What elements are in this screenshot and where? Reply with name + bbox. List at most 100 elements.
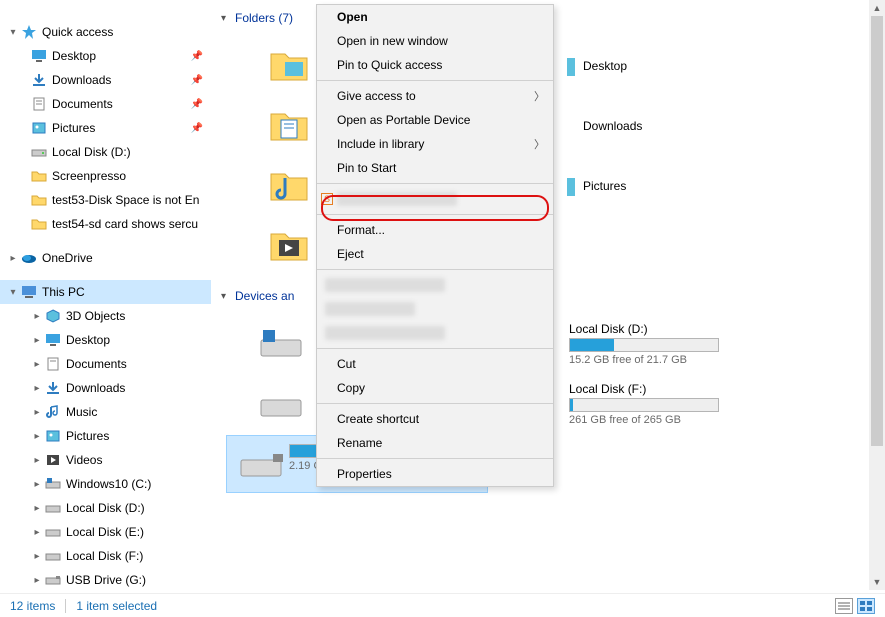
tree-this-pc[interactable]: ▾ This PC [0,280,211,304]
tree-label: OneDrive [42,251,93,265]
drive-tile-obscured-e[interactable] [247,376,327,432]
ctx-open-new-window[interactable]: Open in new window [317,29,553,53]
chevron-right-icon[interactable]: ▸ [30,503,44,514]
section-title: Folders (7) [235,11,293,25]
chevron-right-icon[interactable]: ▸ [30,575,44,586]
chevron-right-icon[interactable]: ▸ [6,253,20,264]
chevron-right-icon[interactable]: ▸ [30,431,44,442]
ctx-blurred-1[interactable]: S [317,187,553,211]
tree-item-pictures[interactable]: Pictures 📌 [0,116,211,140]
ctx-blurred-3[interactable] [325,297,545,321]
ctx-eject[interactable]: Eject [317,242,553,266]
folder-label: Pictures [583,179,626,193]
drive-tile-local-disk-d[interactable]: Local Disk (D:) 15.2 GB free of 21.7 GB [557,316,817,372]
drive-tile-local-disk-f[interactable]: Local Disk (F:) 261 GB free of 265 GB [557,376,817,432]
chevron-down-icon[interactable]: ▾ [6,27,20,38]
chevron-down-icon[interactable]: ▾ [221,13,235,24]
folder-tile-pictures[interactable]: Pictures [557,160,747,212]
drive-name: Local Disk (F:) [569,382,817,396]
tree-onedrive[interactable]: ▸ OneDrive [0,246,211,270]
tree-item-test53[interactable]: test53-Disk Space is not En [0,188,211,212]
tree-item-usb-drive-g[interactable]: ▸ USB Drive (G:) [0,568,211,592]
tree-item-videos-pc[interactable]: ▸ Videos [0,448,211,472]
tree-item-desktop[interactable]: Desktop 📌 [0,44,211,68]
ctx-separator [317,80,553,81]
folder-icon [267,44,311,88]
tree-item-documents[interactable]: Documents 📌 [0,92,211,116]
tree-item-local-disk-d[interactable]: Local Disk (D:) [0,140,211,164]
scrollbar-thumb[interactable] [871,16,883,446]
tree-item-desktop-pc[interactable]: ▸ Desktop [0,328,211,352]
tree-quick-access[interactable]: ▾ Quick access [0,20,211,44]
folder-tile-desktop[interactable]: Desktop [557,40,747,92]
tree-label: Pictures [66,429,109,443]
drive-icon [44,548,62,564]
drive-tile-obscured-c[interactable] [247,316,327,372]
desktop-icon [567,44,577,88]
tree-label: Windows10 (C:) [66,477,151,491]
vertical-scrollbar[interactable]: ▲ ▼ [869,0,885,590]
pin-icon: 📌 [191,51,203,62]
folder-tile-downloads[interactable]: Downloads [557,100,747,152]
ctx-give-access-to[interactable]: Give access to〉 [317,84,553,108]
chevron-right-icon[interactable]: ▸ [30,479,44,490]
chevron-right-icon[interactable]: ▸ [30,311,44,322]
quick-access-icon [20,24,38,40]
tree-label: Music [66,405,97,419]
ctx-rename[interactable]: Rename [317,431,553,455]
scroll-down-icon[interactable]: ▼ [869,574,885,590]
tree-item-music-pc[interactable]: ▸ Music [0,400,211,424]
tree-item-3d-objects[interactable]: ▸ 3D Objects [0,304,211,328]
chevron-right-icon[interactable]: ▸ [30,383,44,394]
drive-icon [257,326,305,362]
chevron-right-icon[interactable]: ▸ [30,455,44,466]
ctx-properties[interactable]: Properties [317,462,553,486]
chevron-right-icon[interactable]: ▸ [30,551,44,562]
ctx-blurred-4[interactable] [325,321,545,345]
chevron-right-icon[interactable]: ▸ [30,335,44,346]
tree-label: Quick access [42,25,113,39]
view-tiles-button[interactable] [857,598,875,614]
usb-drive-icon [44,572,62,588]
scroll-up-icon[interactable]: ▲ [869,0,885,16]
chevron-right-icon[interactable]: ▸ [30,359,44,370]
tree-item-screenpresso[interactable]: Screenpresso [0,164,211,188]
chevron-down-icon[interactable]: ▾ [6,287,20,298]
status-item-count: 12 items [10,599,55,613]
tree-item-downloads[interactable]: Downloads 📌 [0,68,211,92]
tree-item-downloads-pc[interactable]: ▸ Downloads [0,376,211,400]
desktop-icon [44,332,62,348]
view-details-button[interactable] [835,598,853,614]
ctx-copy[interactable]: Copy [317,376,553,400]
ctx-create-shortcut[interactable]: Create shortcut [317,407,553,431]
chevron-right-icon: 〉 [534,88,545,104]
folder-icon [267,104,311,148]
pictures-icon [567,164,577,208]
chevron-right-icon[interactable]: ▸ [30,407,44,418]
ctx-format[interactable]: Format... [317,218,553,242]
ctx-include-in-library[interactable]: Include in library〉 [317,132,553,156]
ctx-cut[interactable]: Cut [317,352,553,376]
chevron-down-icon[interactable]: ▾ [221,291,235,302]
tree-item-local-disk-e[interactable]: ▸ Local Disk (E:) [0,520,211,544]
tree-label: Pictures [52,121,95,135]
ctx-pin-quick-access[interactable]: Pin to Quick access [317,53,553,77]
downloads-icon [567,104,577,148]
tree-item-local-disk-f[interactable]: ▸ Local Disk (F:) [0,544,211,568]
tree-label: Local Disk (F:) [66,549,143,563]
tree-item-windows10-c[interactable]: ▸ Windows10 (C:) [0,472,211,496]
capacity-bar [569,338,719,352]
ctx-pin-to-start[interactable]: Pin to Start [317,156,553,180]
ctx-open[interactable]: Open [317,5,553,29]
folder-label: Downloads [583,119,642,133]
tree-item-local-disk-d-pc[interactable]: ▸ Local Disk (D:) [0,496,211,520]
tree-item-documents-pc[interactable]: ▸ Documents [0,352,211,376]
ctx-blurred-2[interactable] [325,273,545,297]
ctx-separator [317,348,553,349]
ctx-open-portable-device[interactable]: Open as Portable Device [317,108,553,132]
chevron-right-icon[interactable]: ▸ [30,527,44,538]
pin-icon: 📌 [191,75,203,86]
tree-item-test54[interactable]: test54-sd card shows sercu [0,212,211,236]
tree-label: Downloads [52,73,111,87]
tree-item-pictures-pc[interactable]: ▸ Pictures [0,424,211,448]
